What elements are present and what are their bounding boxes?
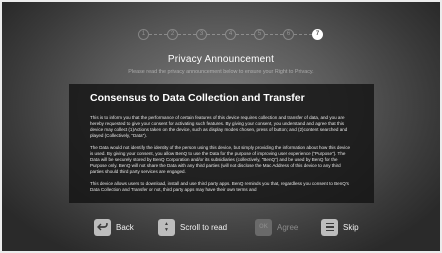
- step-connector: [265, 34, 283, 35]
- bottom-button-bar: Back ▲ ▼ Scroll to read OK Agree Skip: [94, 218, 364, 236]
- skip-button[interactable]: Skip: [321, 218, 359, 236]
- page-subtitle: Please read the privacy announcement bel…: [128, 69, 314, 75]
- menu-lines-icon: [321, 218, 338, 236]
- step-connector: [178, 34, 196, 35]
- skip-button-label: Skip: [343, 222, 359, 232]
- page-title: Privacy Announcement: [167, 54, 275, 65]
- panel-heading: Consensus to Data Collection and Transfe…: [90, 92, 305, 104]
- scroll-button-label: Scroll to read: [180, 222, 228, 232]
- back-button[interactable]: Back: [94, 218, 134, 236]
- step-dot-6: 6: [283, 29, 294, 40]
- announcement-paragraph: This is to inform you that the performan…: [90, 115, 348, 138]
- ok-key-icon: OK: [255, 218, 272, 236]
- scroll-to-read-button[interactable]: ▲ ▼ Scroll to read: [158, 218, 227, 236]
- step-dot-7-current: 7: [312, 29, 323, 40]
- step-connector: [294, 34, 312, 35]
- announcement-paragraph: This device allows users to download, in…: [90, 181, 349, 192]
- announcement-paragraph: The Data would not identify the identity…: [90, 145, 351, 174]
- step-dot-2: 2: [167, 29, 178, 40]
- back-arrow-icon: [94, 218, 111, 236]
- back-button-label: Back: [116, 222, 134, 232]
- agree-button-label: Agree: [277, 222, 299, 232]
- up-down-arrows-icon: ▲ ▼: [158, 218, 175, 236]
- step-connector: [149, 34, 167, 35]
- step-dot-3: 3: [196, 29, 207, 40]
- step-dot-5: 5: [254, 29, 265, 40]
- step-connector: [207, 34, 225, 35]
- step-dot-4: 4: [225, 29, 236, 40]
- step-connector: [236, 34, 254, 35]
- announcement-text-panel[interactable]: Consensus to Data Collection and Transfe…: [69, 84, 374, 203]
- step-indicator: 1 2 3 4 5 6 7: [138, 29, 323, 40]
- step-dot-1: 1: [138, 29, 149, 40]
- agree-button[interactable]: OK Agree: [255, 218, 298, 236]
